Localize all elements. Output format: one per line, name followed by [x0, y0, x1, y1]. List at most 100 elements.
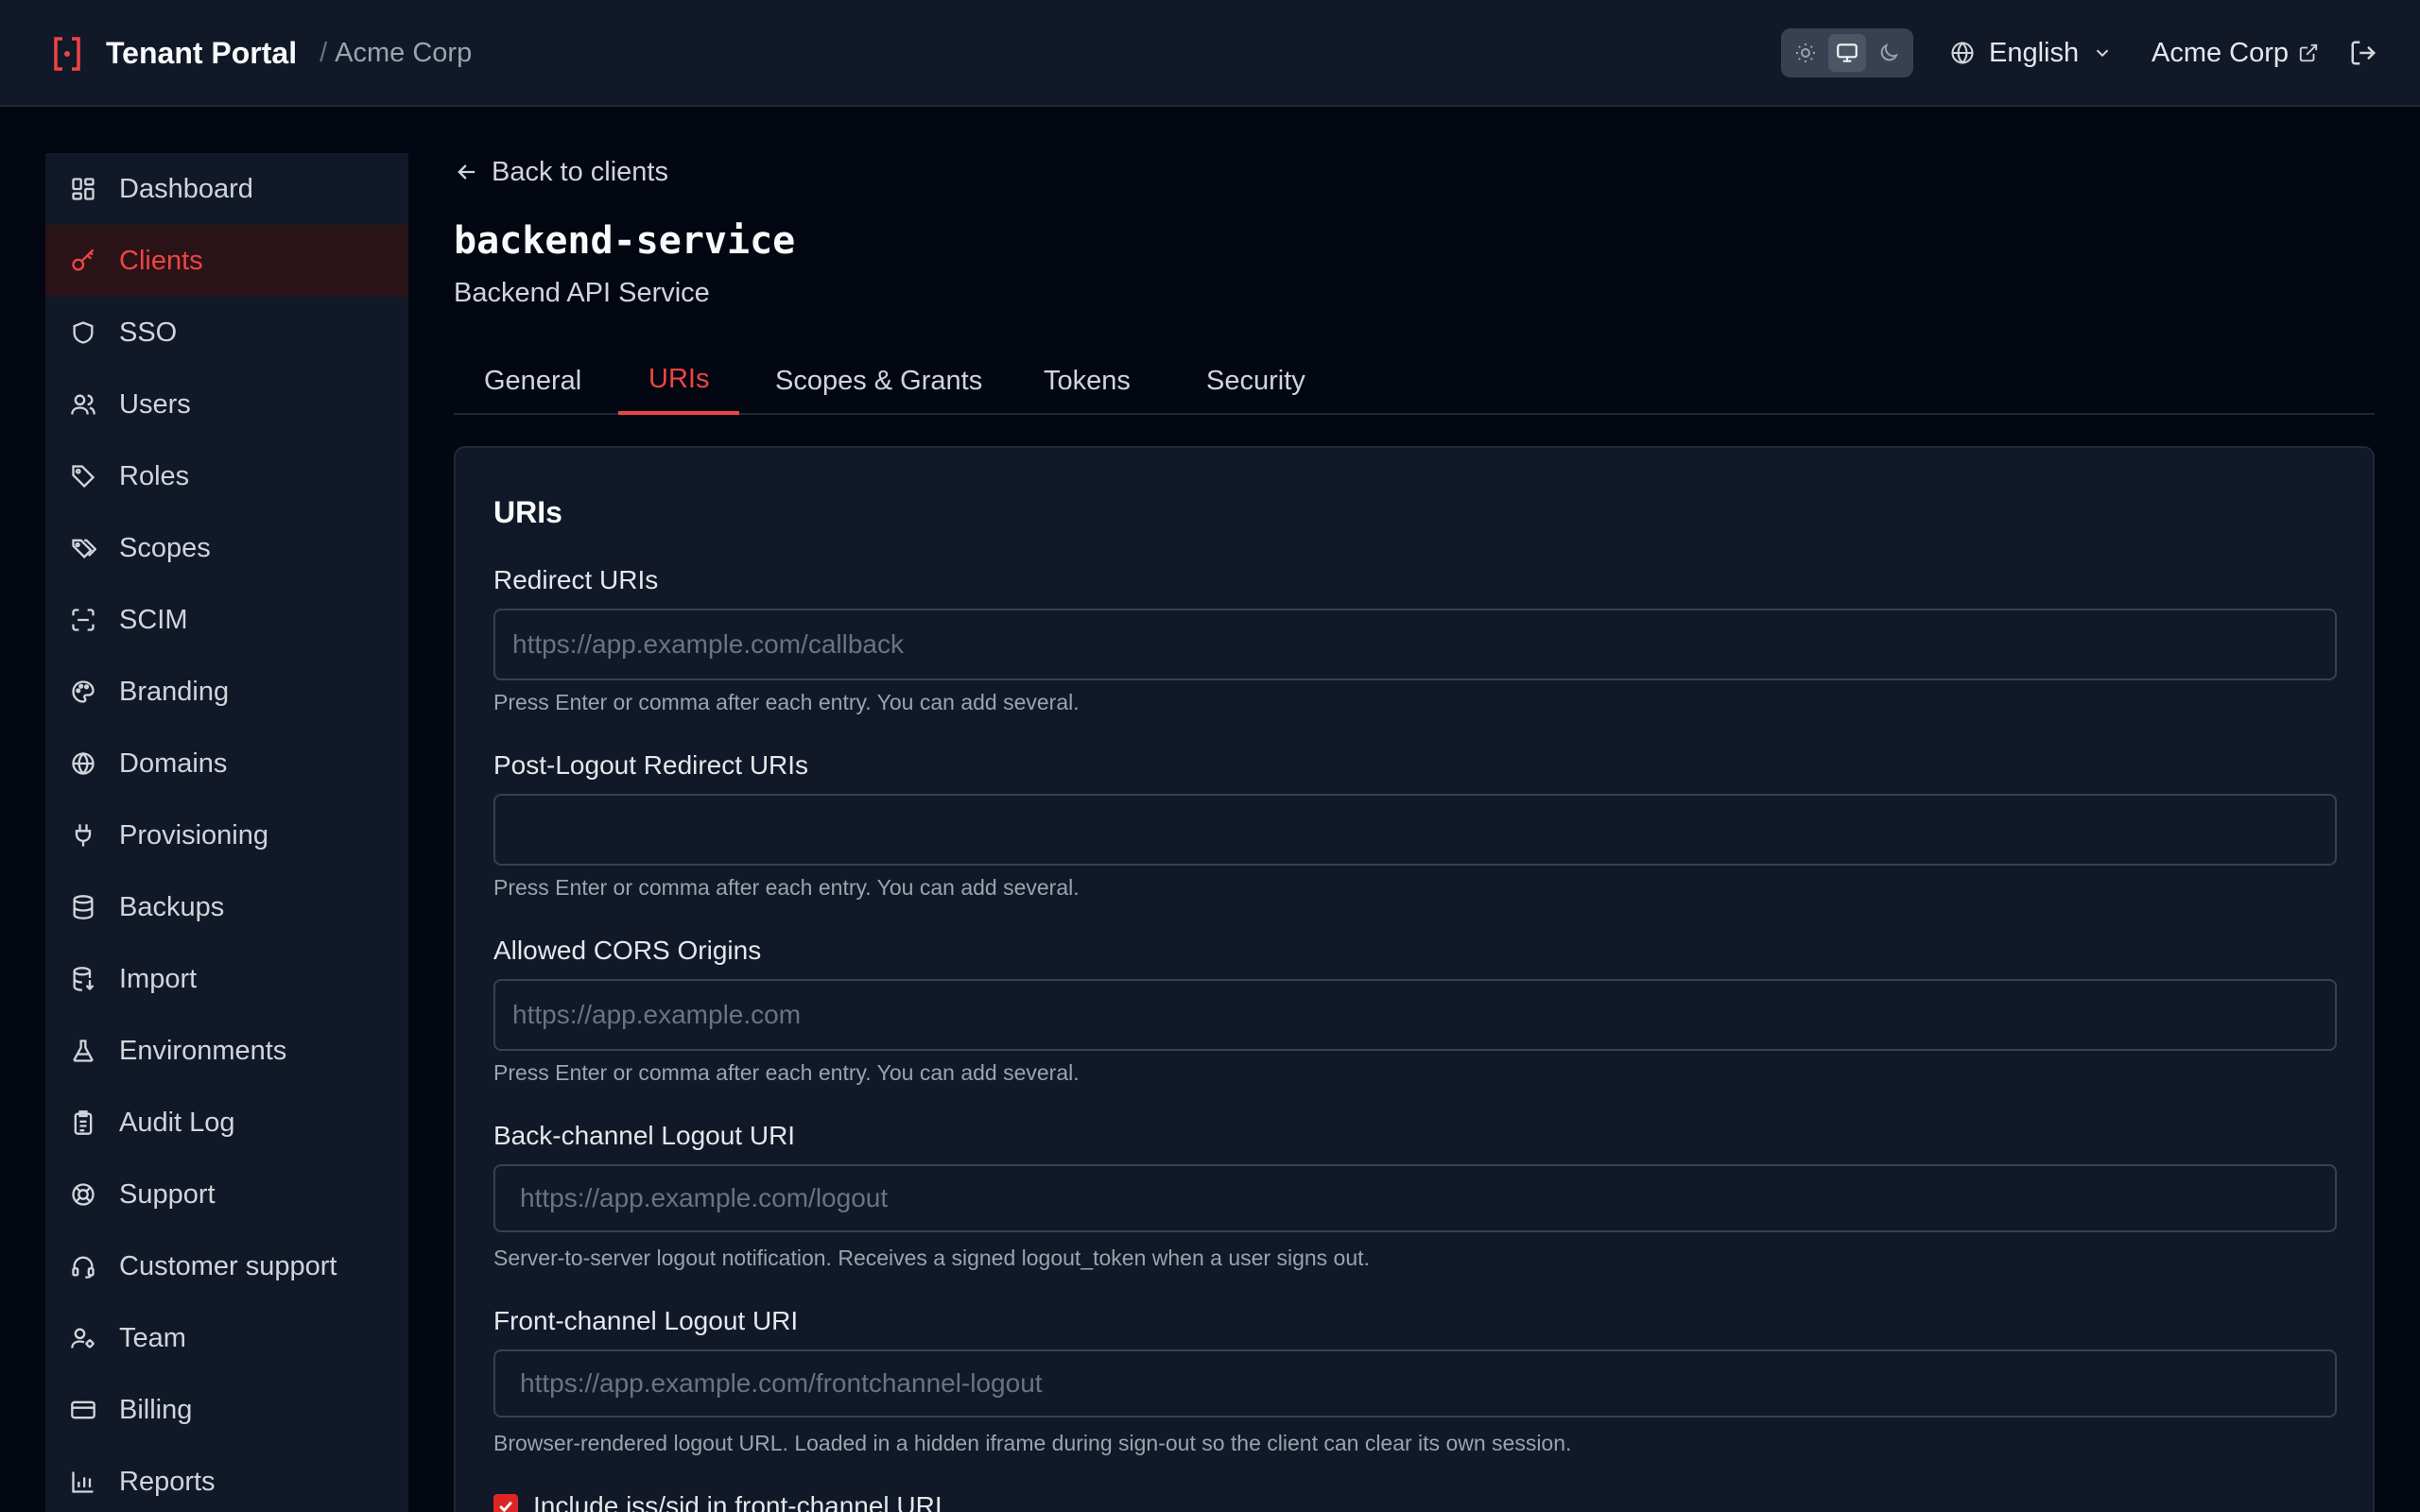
sidebar-item-label: Customer support — [119, 1250, 337, 1281]
clipboard-icon — [68, 1108, 98, 1138]
moon-icon — [1880, 43, 1898, 61]
sidebar-item-label: Domains — [119, 747, 228, 779]
sidebar-item-label: SCIM — [119, 604, 188, 635]
tag-icon — [68, 461, 98, 491]
sidebar-item-label: Branding — [119, 676, 230, 707]
user-cog-icon — [68, 1323, 98, 1353]
logout-icon — [2351, 41, 2377, 65]
cors-origins-help: Press Enter or comma after each entry. Y… — [493, 1060, 1080, 1085]
tab-general[interactable]: General — [454, 348, 612, 415]
credit-card-icon — [68, 1395, 98, 1425]
sidebar-item-label: Team — [119, 1322, 186, 1353]
dashboard-icon — [68, 174, 98, 204]
sidebar-item-label: Support — [119, 1178, 216, 1210]
sidebar-item-label: SSO — [119, 317, 178, 348]
sidebar-item-branding[interactable]: Branding — [45, 656, 408, 728]
uris-card: URIs Redirect URIs Press Enter or comma … — [454, 446, 2375, 1512]
plug-icon — [68, 820, 98, 850]
sidebar-item-label: Environments — [119, 1035, 287, 1066]
life-buoy-icon — [68, 1179, 98, 1210]
tenant-external-link[interactable]: Acme Corp — [2152, 28, 2319, 77]
chevron-down-icon — [2096, 49, 2109, 58]
page-title: backend-service — [454, 219, 796, 263]
page-subtitle: Backend API Service — [454, 278, 710, 308]
tags-icon — [68, 533, 98, 563]
flask-icon — [68, 1036, 98, 1066]
theme-light-button[interactable] — [1787, 34, 1824, 72]
sidebar-item-import[interactable]: Import — [45, 943, 408, 1015]
backchannel-logout-uri-input[interactable] — [493, 1164, 2337, 1232]
arrow-left-icon — [458, 164, 475, 180]
sidebar-item-billing[interactable]: Billing — [45, 1374, 408, 1446]
breadcrumb-separator: / — [320, 38, 328, 68]
post-logout-redirect-uris-input[interactable] — [493, 794, 2337, 866]
top-header: Tenant Portal / Acme Corp English Acme C… — [0, 0, 2420, 107]
sidebar-item-environments[interactable]: Environments — [45, 1015, 408, 1087]
theme-dark-button[interactable] — [1870, 34, 1908, 72]
brand-logo-icon — [54, 36, 80, 71]
frontchannel-logout-uri-input[interactable] — [493, 1349, 2337, 1418]
shield-icon — [68, 318, 98, 348]
palette-icon — [68, 677, 98, 707]
redirect-uris-help: Press Enter or comma after each entry. Y… — [493, 690, 1080, 714]
sidebar-item-clients[interactable]: Clients — [45, 225, 408, 297]
app-title: Tenant Portal — [106, 36, 298, 70]
theme-system-button[interactable] — [1828, 34, 1866, 72]
sidebar-item-scopes[interactable]: Scopes — [45, 512, 408, 584]
sidebar-item-sso[interactable]: SSO — [45, 297, 408, 369]
theme-switcher — [1781, 28, 1913, 77]
sidebar: Dashboard Clients SSO Users Roles Scopes — [45, 153, 408, 1512]
brand[interactable]: Tenant Portal / Acme Corp — [51, 0, 472, 107]
frontchannel-logout-uri-label: Front-channel Logout URI — [493, 1306, 799, 1335]
sidebar-item-domains[interactable]: Domains — [45, 728, 408, 799]
tenant-link-label: Acme Corp — [2152, 37, 2290, 68]
logout-button[interactable] — [2344, 34, 2382, 72]
cors-origins-label: Allowed CORS Origins — [493, 936, 762, 965]
frontchannel-logout-uri-help: Browser-rendered logout URL. Loaded in a… — [493, 1431, 1572, 1455]
database-icon — [68, 892, 98, 922]
redirect-uris-input[interactable] — [493, 609, 2337, 680]
scan-icon — [68, 605, 98, 635]
sidebar-item-label: Audit Log — [119, 1107, 235, 1138]
globe-icon — [68, 748, 98, 779]
key-icon — [68, 246, 98, 276]
tab-uris[interactable]: URIs — [618, 348, 740, 415]
include-iss-sid-checkbox[interactable] — [493, 1494, 518, 1512]
sidebar-item-scim[interactable]: SCIM — [45, 584, 408, 656]
sidebar-item-support[interactable]: Support — [45, 1159, 408, 1230]
include-iss-sid-row[interactable]: Include iss/sid in front-channel URI — [493, 1491, 942, 1512]
sidebar-item-label: Dashboard — [119, 173, 253, 204]
sidebar-item-reports[interactable]: Reports — [45, 1446, 408, 1512]
backchannel-logout-uri-help: Server-to-server logout notification. Re… — [493, 1246, 1370, 1270]
sidebar-item-label: Import — [119, 963, 198, 994]
sidebar-item-label: Scopes — [119, 532, 211, 563]
sidebar-item-audit-log[interactable]: Audit Log — [45, 1087, 408, 1159]
redirect-uris-label: Redirect URIs — [493, 565, 659, 594]
sidebar-item-label: Users — [119, 388, 191, 420]
sidebar-item-dashboard[interactable]: Dashboard — [45, 153, 408, 225]
sidebar-item-label: Reports — [119, 1466, 216, 1497]
sidebar-item-provisioning[interactable]: Provisioning — [45, 799, 408, 871]
sidebar-item-label: Provisioning — [119, 819, 268, 850]
back-to-clients-link[interactable]: Back to clients — [454, 151, 668, 193]
sidebar-item-users[interactable]: Users — [45, 369, 408, 440]
tab-tokens[interactable]: Tokens — [1013, 348, 1161, 415]
tab-scopes-grants[interactable]: Scopes & Grants — [745, 348, 1012, 415]
sidebar-item-roles[interactable]: Roles — [45, 440, 408, 512]
monitor-icon — [1837, 43, 1858, 62]
card-title: URIs — [493, 495, 562, 529]
language-selector[interactable]: English — [1949, 28, 2113, 77]
back-link-label: Back to clients — [492, 156, 668, 187]
sidebar-item-team[interactable]: Team — [45, 1302, 408, 1374]
globe-icon — [1951, 42, 1974, 64]
post-logout-redirect-uris-label: Post-Logout Redirect URIs — [493, 750, 809, 780]
include-iss-sid-label: Include iss/sid in front-channel URI — [533, 1491, 942, 1512]
headset-icon — [68, 1251, 98, 1281]
sidebar-item-backups[interactable]: Backups — [45, 871, 408, 943]
post-logout-redirect-uris-help: Press Enter or comma after each entry. Y… — [493, 875, 1080, 900]
tab-security[interactable]: Security — [1176, 348, 1336, 415]
cors-origins-input[interactable] — [493, 979, 2337, 1051]
sidebar-item-customer-support[interactable]: Customer support — [45, 1230, 408, 1302]
sidebar-item-label: Backups — [119, 891, 225, 922]
sidebar-item-label: Billing — [119, 1394, 193, 1425]
